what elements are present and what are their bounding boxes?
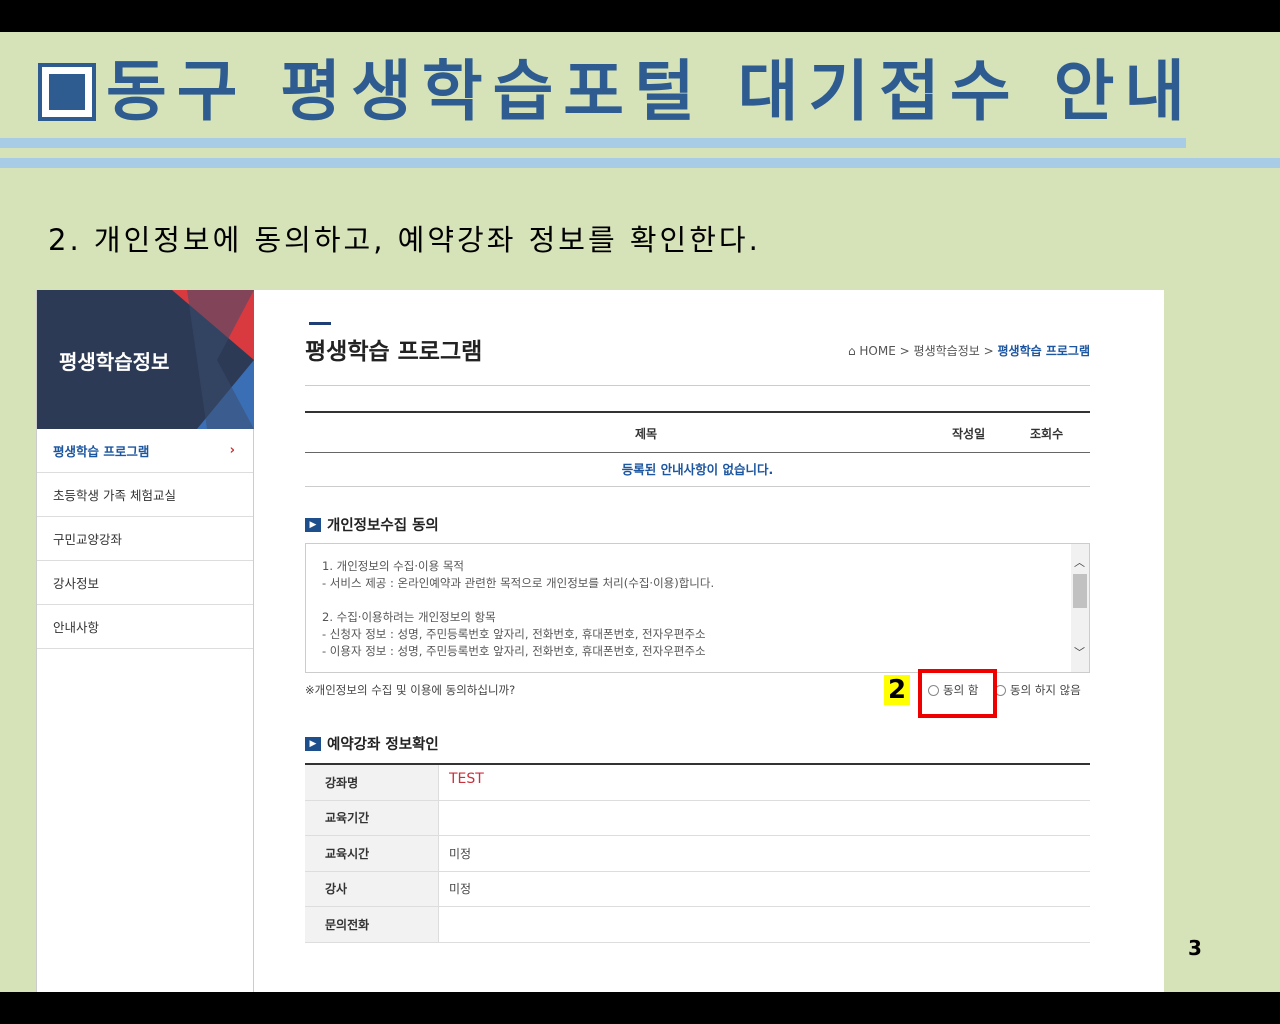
sidebar-item-label: 평생학습 프로그램 xyxy=(53,444,150,459)
chevron-right-icon: › xyxy=(229,443,235,458)
sidebar-item-label: 초등학생 가족 체험교실 xyxy=(53,488,176,503)
row-value: TEST xyxy=(449,771,484,787)
row-value xyxy=(439,801,449,836)
breadcrumb-current: 평생학습 프로그램 xyxy=(997,344,1091,358)
row-value: 미정 xyxy=(449,846,472,861)
section-arrow-icon: ▶ xyxy=(305,736,321,751)
terms-line: 1. 개인정보의 수집·이용 목적 xyxy=(322,559,464,573)
row-label: 교육시간 xyxy=(305,836,439,871)
row-label: 강사 xyxy=(305,871,439,906)
slide-title-row: 동구 평생학습포털 대기접수 안내 xyxy=(38,52,1195,132)
table-row: 강사 미정 xyxy=(305,871,1090,907)
sidebar-item-label: 강사정보 xyxy=(53,576,100,591)
chevron-up-icon[interactable]: ︿ xyxy=(1074,554,1085,571)
sidebar-item-family-class[interactable]: 초등학생 가족 체험교실 xyxy=(37,473,253,517)
table-row: 교육시간 미정 xyxy=(305,836,1090,872)
row-value xyxy=(439,907,449,942)
sidebar-item-label: 안내사항 xyxy=(53,620,100,635)
main-content: 평생학습 프로그램 ⌂ HOME > 평생학습정보 > 평생학습 프로그램 제목… xyxy=(305,290,1090,992)
row-label: 강좌명 xyxy=(305,765,439,800)
terms-line: - 이용자 정보 : 성명, 주민등록번호 앞자리, 전화번호, 휴대폰번호, … xyxy=(322,644,706,658)
sidebar: 평생학습정보 평생학습 프로그램 › 초등학생 가족 체험교실 구민교양강좌 강… xyxy=(36,290,254,992)
breadcrumb-home[interactable]: HOME xyxy=(859,344,895,358)
table-row: 문의전화 xyxy=(305,907,1090,943)
title-accent-bar xyxy=(309,322,331,325)
slide: 동구 평생학습포털 대기접수 안내 2. 개인정보에 동의하고, 예약강좌 정보… xyxy=(0,32,1280,992)
title-underline-1 xyxy=(0,138,1186,148)
course-section-label: 예약강좌 정보확인 xyxy=(327,737,439,753)
terms-scrollbar[interactable]: ︿ ﹀ xyxy=(1071,544,1089,672)
sidebar-item-label: 구민교양강좌 xyxy=(53,532,123,547)
breadcrumb: ⌂ HOME > 평생학습정보 > 평생학습 프로그램 xyxy=(848,342,1090,359)
terms-line: - 신청자 정보 : 성명, 주민등록번호 앞자리, 전화번호, 휴대폰번호, … xyxy=(322,627,706,641)
sidebar-item-culture-lecture[interactable]: 구민교양강좌 xyxy=(37,517,253,561)
header-divider xyxy=(305,385,1090,386)
breadcrumb-separator: > xyxy=(983,344,994,358)
column-views: 조회수 xyxy=(1030,427,1064,441)
terms-line: 2. 수집·이용하려는 개인정보의 항목 xyxy=(322,610,496,624)
row-label: 교육기간 xyxy=(305,800,439,835)
empty-notice-row: 등록된 안내사항이 없습니다. xyxy=(305,453,1090,487)
square-bullet-icon xyxy=(38,63,96,121)
column-date: 작성일 xyxy=(952,427,986,441)
notice-table-header: 제목 작성일 조회수 xyxy=(305,413,1090,453)
terms-line: - 서비스 제공 : 온라인예약과 관련한 목적으로 개인정보를 처리(수집·이… xyxy=(322,576,715,590)
privacy-section-label: 개인정보수집 동의 xyxy=(327,518,439,534)
breadcrumb-separator: > xyxy=(899,344,910,358)
table-row: 강좌명 TEST xyxy=(305,765,1090,801)
privacy-terms-box[interactable]: 1. 개인정보의 수집·이용 목적 - 서비스 제공 : 온라인예약과 관련한 … xyxy=(305,543,1090,673)
sidebar-item-lifelong-program[interactable]: 평생학습 프로그램 › xyxy=(37,429,253,473)
step-instruction: 2. 개인정보에 동의하고, 예약강좌 정보를 확인한다. xyxy=(48,223,761,257)
privacy-section-title: ▶ 개인정보수집 동의 xyxy=(305,514,439,535)
chevron-down-icon[interactable]: ﹀ xyxy=(1074,644,1085,661)
website-screenshot: 평생학습정보 평생학습 프로그램 › 초등학생 가족 체험교실 구민교양강좌 강… xyxy=(36,290,1164,992)
column-title: 제목 xyxy=(635,427,658,441)
step-number-badge: 2 xyxy=(884,675,910,705)
disagree-option[interactable]: 동의 하지 않음 xyxy=(995,682,1081,698)
consent-question: ※개인정보의 수집 및 이용에 동의하십니까? xyxy=(305,683,516,697)
course-info-table: 강좌명 TEST 교육기간 교육시간 미정 강사 미정 문의전화 xyxy=(305,763,1090,943)
table-row: 교육기간 xyxy=(305,800,1090,836)
row-value: 미정 xyxy=(449,882,472,897)
page-number: 3 xyxy=(1188,936,1202,960)
notice-table: 제목 작성일 조회수 등록된 안내사항이 없습니다. xyxy=(305,411,1090,487)
sidebar-item-notices[interactable]: 안내사항 xyxy=(37,605,253,649)
scroll-thumb[interactable] xyxy=(1073,574,1087,608)
highlight-box xyxy=(918,669,997,718)
sidebar-title: 평생학습정보 xyxy=(59,350,170,374)
course-section-title: ▶ 예약강좌 정보확인 xyxy=(305,733,439,754)
home-icon: ⌂ xyxy=(847,344,856,358)
page-title: 평생학습 프로그램 xyxy=(305,339,483,365)
disagree-label[interactable]: 동의 하지 않음 xyxy=(1010,682,1081,698)
breadcrumb-level1[interactable]: 평생학습정보 xyxy=(914,344,980,358)
row-label: 문의전화 xyxy=(305,907,439,942)
title-underline-2 xyxy=(0,158,1280,168)
slide-title: 동구 평생학습포털 대기접수 안내 xyxy=(106,53,1196,130)
sidebar-header: 평생학습정보 xyxy=(37,290,254,429)
sidebar-item-instructor-info[interactable]: 강사정보 xyxy=(37,561,253,605)
section-arrow-icon: ▶ xyxy=(305,517,321,532)
